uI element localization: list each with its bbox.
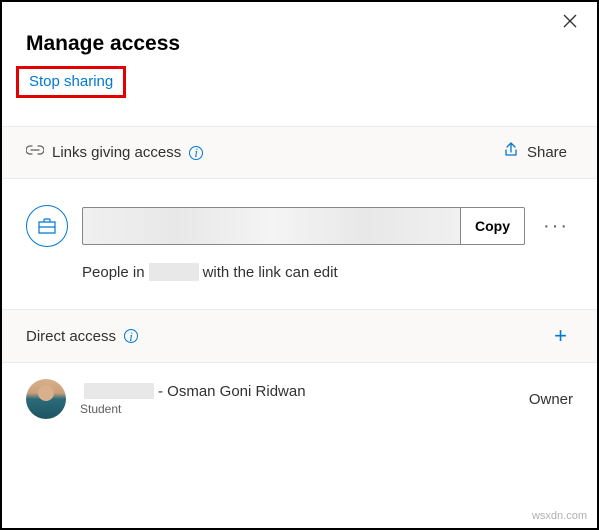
info-icon[interactable]: i: [189, 146, 203, 160]
info-icon[interactable]: i: [124, 329, 138, 343]
person-text: - Osman Goni Ridwan Student: [80, 383, 306, 416]
share-link-row: Copy ···: [2, 179, 597, 257]
stop-sharing-highlight: Stop sharing: [16, 66, 126, 98]
stop-sharing-link[interactable]: Stop sharing: [29, 73, 113, 90]
redacted-org-name: [149, 263, 199, 281]
share-link-input[interactable]: [82, 207, 460, 245]
links-heading-group: Links giving access i: [26, 143, 203, 162]
person-info: - Osman Goni Ridwan Student: [26, 379, 306, 419]
watermark: wsxdn.com: [532, 510, 587, 522]
panel-header: Manage access Stop sharing: [2, 2, 597, 104]
direct-heading-group: Direct access i: [26, 328, 138, 345]
share-button[interactable]: Share: [497, 141, 573, 164]
links-section-header: Links giving access i Share: [2, 126, 597, 179]
briefcase-icon: [37, 217, 57, 235]
direct-access-header: Direct access i +: [2, 309, 597, 363]
redacted-name-prefix: [84, 383, 154, 399]
person-subtitle: Student: [80, 402, 306, 416]
link-description: People in with the link can edit: [2, 257, 597, 309]
add-direct-access-button[interactable]: +: [548, 324, 573, 348]
person-name-line: - Osman Goni Ridwan: [80, 383, 306, 400]
share-icon: [503, 142, 519, 163]
link-more-menu[interactable]: ···: [539, 215, 573, 238]
panel-title: Manage access: [26, 32, 573, 56]
direct-heading-text: Direct access: [26, 328, 116, 345]
close-icon: [563, 14, 577, 28]
person-row[interactable]: - Osman Goni Ridwan Student Owner: [2, 363, 597, 435]
org-scope-badge: [26, 205, 68, 247]
link-desc-suffix: with the link can edit: [203, 264, 338, 281]
link-input-group: Copy: [82, 207, 525, 245]
link-icon: [26, 143, 44, 162]
close-button[interactable]: [557, 12, 583, 32]
avatar: [26, 379, 66, 419]
share-button-label: Share: [527, 144, 567, 161]
links-heading-text: Links giving access: [52, 144, 181, 161]
person-role: Owner: [529, 391, 573, 408]
copy-link-button[interactable]: Copy: [460, 207, 525, 245]
person-name-suffix: - Osman Goni Ridwan: [158, 383, 306, 400]
manage-access-panel: Manage access Stop sharing Links giving …: [0, 0, 599, 530]
link-desc-prefix: People in: [82, 264, 145, 281]
